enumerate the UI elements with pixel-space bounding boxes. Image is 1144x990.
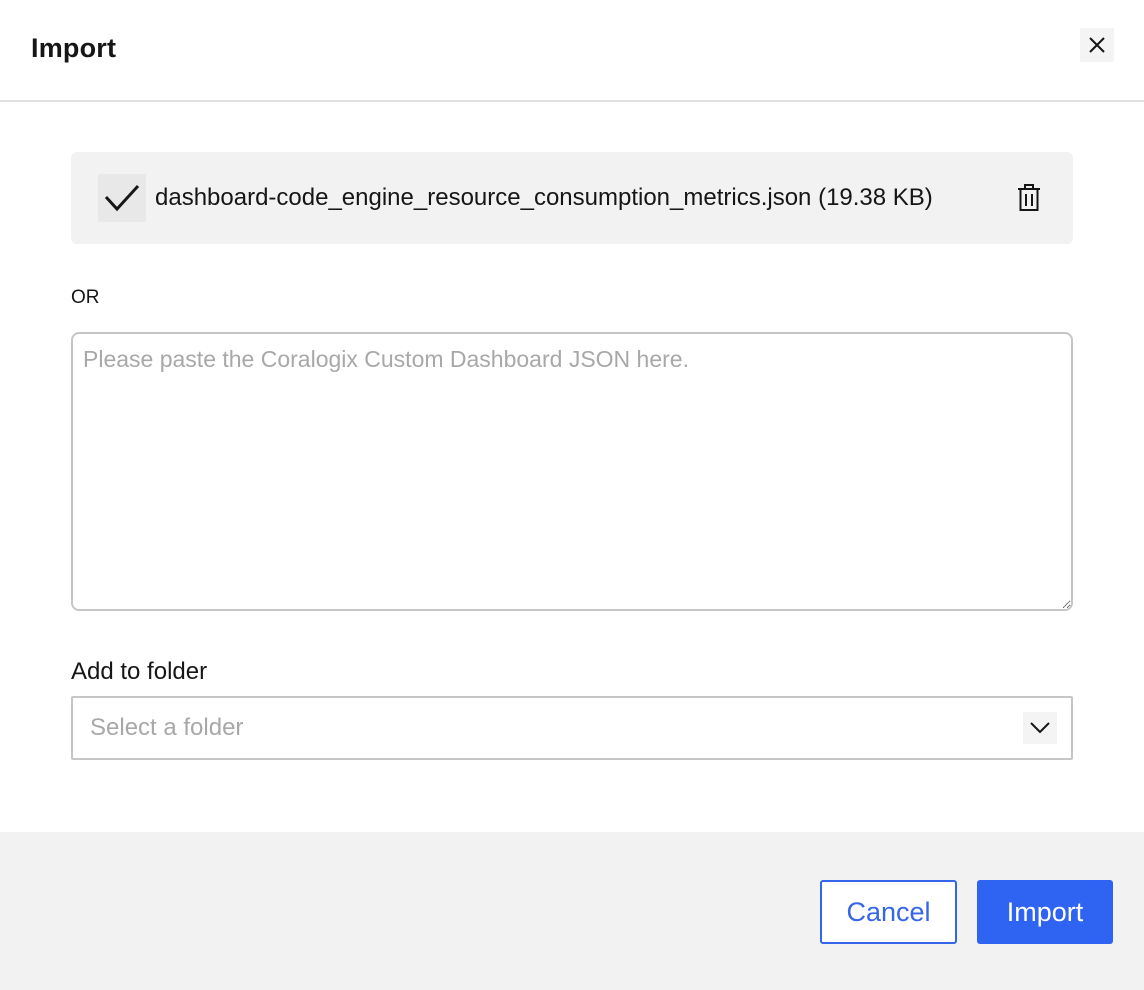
uploaded-file-item: dashboard-code_engine_resource_consumpti… xyxy=(71,152,1073,244)
trash-icon xyxy=(1018,184,1040,211)
dialog-footer: Cancel Import xyxy=(0,832,1144,990)
file-name: dashboard-code_engine_resource_consumpti… xyxy=(155,184,933,211)
folder-select[interactable]: Select a folder xyxy=(71,696,1073,760)
import-dialog: Import dashboard-code_engine_resource_co… xyxy=(0,0,1144,990)
folder-label: Add to folder xyxy=(71,658,208,685)
close-button[interactable] xyxy=(1080,28,1114,62)
dialog-header: Import xyxy=(0,0,1144,102)
cancel-button[interactable]: Cancel xyxy=(820,880,957,944)
delete-file-button[interactable] xyxy=(1011,180,1047,216)
dialog-title: Import xyxy=(31,33,117,63)
or-separator: OR xyxy=(71,287,100,308)
import-button[interactable]: Import xyxy=(977,880,1113,944)
upload-status xyxy=(98,174,146,222)
checkmark-icon xyxy=(104,184,140,212)
close-icon xyxy=(1089,37,1105,53)
json-input[interactable] xyxy=(71,332,1073,611)
folder-placeholder: Select a folder xyxy=(90,714,244,741)
chevron-down-icon xyxy=(1023,712,1057,744)
